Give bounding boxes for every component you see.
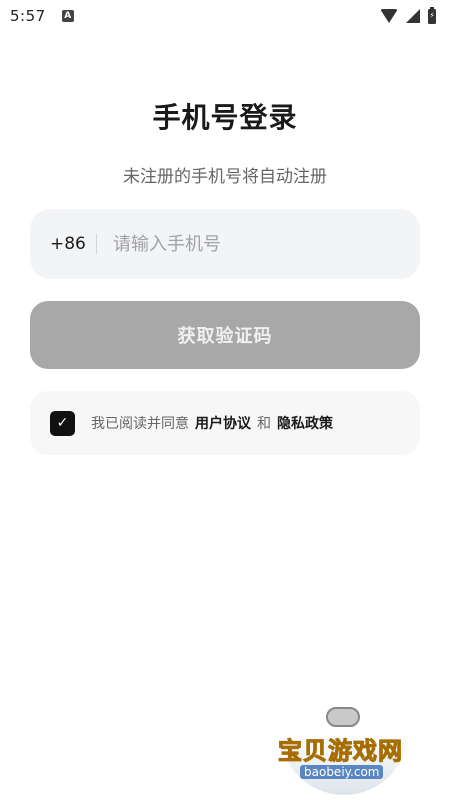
agreement-row: ✓ 我已阅读并同意 用户协议 和 隐私政策 <box>30 391 420 455</box>
signal-icon <box>406 9 420 23</box>
phone-field[interactable]: +86 <box>30 209 420 279</box>
country-code[interactable]: +86 <box>50 234 96 254</box>
user-agreement-link[interactable]: 用户协议 <box>195 413 251 433</box>
battery-charging-icon <box>428 6 436 24</box>
status-time: 5:57 <box>10 7 46 25</box>
gamepad-icon <box>326 707 360 727</box>
a-icon: A <box>61 10 74 22</box>
phone-input[interactable] <box>113 233 373 255</box>
watermark-url: baobeiy.com <box>300 765 384 779</box>
divider <box>96 234 97 254</box>
privacy-policy-link[interactable]: 隐私政策 <box>277 413 333 433</box>
agree-checkbox[interactable]: ✓ <box>50 410 75 436</box>
page-subtitle: 未注册的手机号将自动注册 <box>123 167 327 187</box>
status-bar: 5:57 A <box>0 0 450 32</box>
status-icons <box>380 6 436 24</box>
agreement-prefix: 我已阅读并同意 <box>91 416 189 432</box>
watermark-logo: 宝贝游戏网 baobeiy.com <box>272 705 422 795</box>
agreement-conjunction: 和 <box>257 416 271 432</box>
wifi-icon <box>380 9 398 23</box>
page-title: 手机号登录 <box>152 101 298 134</box>
get-code-button[interactable]: 获取验证码 <box>30 301 420 369</box>
watermark-name: 宝贝游戏网 <box>278 737 403 766</box>
